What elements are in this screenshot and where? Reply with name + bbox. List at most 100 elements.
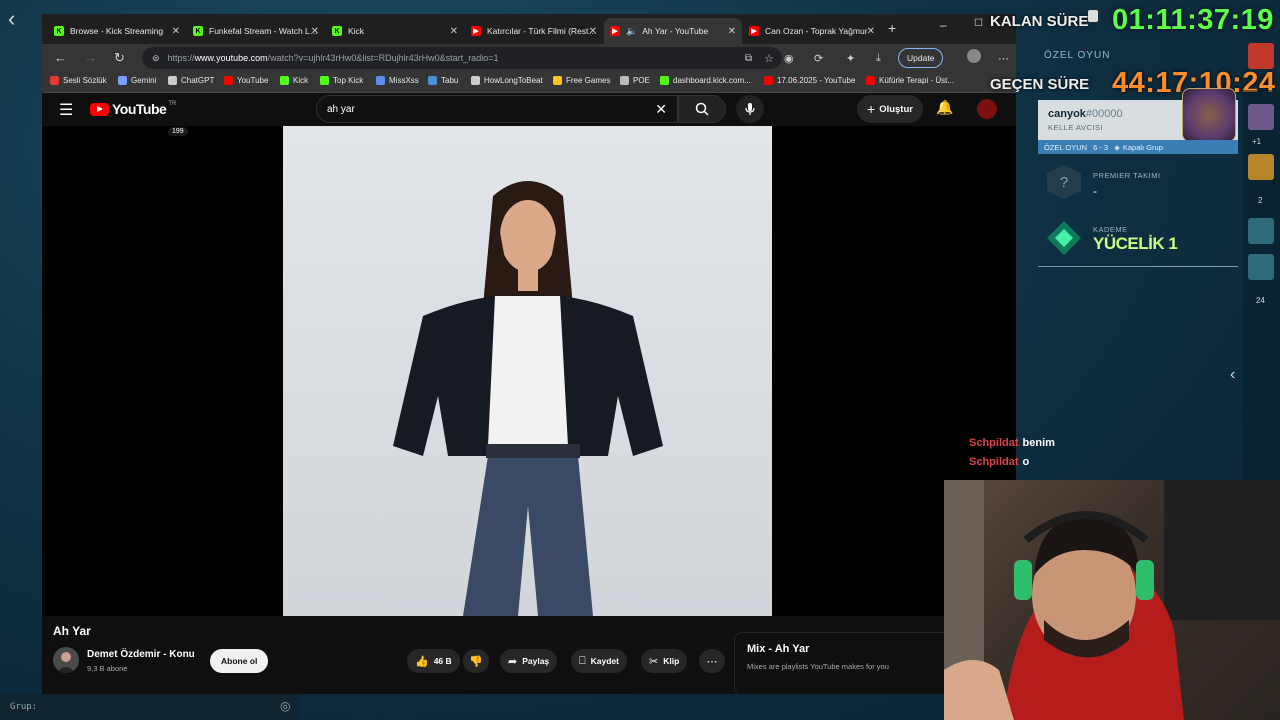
minimize-button[interactable]: – [940, 18, 947, 32]
update-button[interactable]: Update [898, 48, 944, 68]
bookmark-favicon-icon [428, 76, 437, 85]
create-label: Oluştur [879, 103, 913, 115]
friend-avatar[interactable] [1248, 154, 1274, 180]
tab-browse-kick[interactable]: K Browse - Kick Streaming ✕ [48, 18, 186, 44]
video-player[interactable] [42, 126, 1016, 616]
subscribe-button[interactable]: Abone ol [210, 649, 269, 673]
chat-message: Schpildat benim [969, 437, 1055, 449]
kick-icon: K [193, 26, 203, 36]
microphone-icon [745, 103, 755, 115]
install-icon[interactable]: ⧉ [745, 53, 752, 64]
new-tab-button[interactable]: + [888, 20, 896, 36]
tab-ah-yar[interactable]: ▶ 🔈 Ah Yar - YouTube ✕ [604, 18, 742, 44]
menu-dots-icon[interactable]: ⋯ [998, 52, 1009, 65]
hamburger-menu-icon[interactable]: ☰ [59, 100, 73, 120]
clip-label: Klip [663, 656, 680, 666]
bookmark-favicon-icon [118, 76, 127, 85]
bookmark-item[interactable]: Tabu [428, 76, 458, 85]
forward-button[interactable]: → [84, 50, 97, 65]
bookmark-item[interactable]: Gemini [118, 76, 156, 85]
maximize-button[interactable]: ☐ [974, 18, 983, 29]
region-code: TR [168, 101, 177, 107]
streamer-image [944, 480, 1280, 720]
channel-avatar[interactable] [53, 647, 79, 673]
tab-label: Browse - Kick Streaming [70, 26, 164, 36]
avatar[interactable] [977, 99, 997, 119]
back-button[interactable]: ← [54, 50, 67, 65]
download-icon[interactable]: ⤓ [876, 52, 881, 65]
close-icon[interactable]: ✕ [728, 26, 736, 37]
search-button[interactable] [678, 95, 726, 123]
hourglass-icon [1088, 10, 1098, 22]
bookmark-item[interactable]: HowLongToBeat [471, 76, 543, 85]
level-border-icon [1182, 88, 1236, 142]
search-input[interactable]: ah yar ✕ [316, 95, 678, 123]
sync-icon[interactable]: ⟳ [814, 52, 823, 65]
search-icon [695, 102, 709, 116]
notification-bell-icon[interactable]: 🔔 [936, 99, 953, 116]
account-level: 199 [168, 127, 188, 136]
site-info-icon[interactable]: ⊜ [152, 53, 160, 64]
url-field[interactable]: ⊜ https://www.youtube.com/watch?v=ujhlr4… [142, 47, 782, 69]
friend-avatar[interactable] [1248, 254, 1274, 280]
back-arrow-icon[interactable]: ‹ [8, 6, 15, 32]
bookmark-item[interactable]: Top Kick [320, 76, 363, 85]
channel-avatar-icon [53, 647, 79, 673]
subscriber-count: 9,3 B abone [87, 664, 128, 673]
close-icon[interactable]: ✕ [589, 26, 597, 37]
puzzle-icon[interactable]: ✦ [846, 52, 855, 65]
tab-can-ozan[interactable]: ▶ Can Ozan - Toprak Yağmur ✕ [743, 18, 881, 44]
tab-katircilar[interactable]: ▶ Katırcılar - Türk Filmi (Restore) ✕ [465, 18, 603, 44]
video-thumbnail [283, 126, 772, 616]
speaker-icon[interactable]: 🔈 [626, 26, 637, 37]
profile-avatar[interactable] [967, 49, 981, 63]
share-button[interactable]: ➦ Paylaş [500, 649, 558, 673]
bookmark-item[interactable]: Kick [280, 76, 308, 85]
close-icon[interactable]: ✕ [867, 26, 875, 37]
create-button[interactable]: + Oluştur [857, 95, 923, 123]
clip-button[interactable]: ✂ Klip [641, 649, 688, 673]
bookmark-item[interactable]: MissXss [376, 76, 419, 85]
bookmark-item[interactable]: 17.06.2025 - YouTube [764, 76, 855, 85]
tab-kick[interactable]: K Kick ✕ [326, 18, 464, 44]
bookmark-favicon-icon [866, 76, 875, 85]
close-icon[interactable]: ✕ [450, 26, 458, 37]
share-arrow-icon: ➦ [508, 655, 518, 668]
voice-icon[interactable]: ◎ [280, 699, 290, 713]
bookmark-item[interactable]: Sesli Sözlük [50, 76, 107, 85]
bookmark-item[interactable]: Küfürle Terapi - Üst... [866, 76, 954, 85]
channel-name[interactable]: Demet Özdemir - Konu [87, 649, 195, 660]
save-button[interactable]: ⎕ Kaydet [571, 649, 627, 673]
bookmark-item[interactable]: YouTube [224, 76, 268, 85]
bookmark-item[interactable]: dashboard.kick.com... [660, 76, 751, 85]
close-icon[interactable]: ✕ [172, 26, 180, 37]
reload-button[interactable]: ↻ [114, 50, 125, 66]
bookmark-item[interactable]: Free Games [553, 76, 610, 85]
more-actions-button[interactable]: ⋯ [699, 649, 725, 673]
youtube-logo[interactable]: YouTube TR [90, 101, 176, 117]
rank-label: KADEME [1093, 225, 1128, 234]
subscribe-label: Abone ol [221, 656, 258, 666]
browser-window: K Browse - Kick Streaming ✕ K Funkefal S… [42, 14, 1016, 694]
like-button[interactable]: 👍 46 B [407, 649, 460, 673]
youtube-icon: ▶ [749, 26, 759, 36]
dislike-button[interactable]: 👎 [463, 649, 489, 673]
friend-avatar[interactable] [1248, 218, 1274, 244]
bookmark-item[interactable]: ChatGPT [168, 76, 214, 85]
clear-search-icon[interactable]: ✕ [655, 101, 667, 118]
voice-search-button[interactable] [736, 95, 764, 123]
bookmark-star-icon[interactable]: ☆ [764, 52, 774, 65]
bookmark-favicon-icon [320, 76, 329, 85]
bookmark-item[interactable]: POE [620, 76, 650, 85]
plus-icon: + [867, 101, 876, 117]
group-label: Grup: [10, 702, 38, 712]
logo-text: YouTube [112, 101, 167, 117]
friend-avatar[interactable] [1248, 104, 1274, 130]
tab-funkefal[interactable]: K Funkefal Stream - Watch Live ✕ [187, 18, 325, 44]
close-icon[interactable]: ✕ [311, 26, 319, 37]
tab-bar: K Browse - Kick Streaming ✕ K Funkefal S… [42, 14, 1016, 44]
collapse-arrow-icon[interactable]: ‹ [1230, 366, 1235, 384]
extension-icon[interactable]: ◉ [784, 52, 794, 65]
kick-icon: K [54, 26, 64, 36]
kick-icon: K [332, 26, 342, 36]
